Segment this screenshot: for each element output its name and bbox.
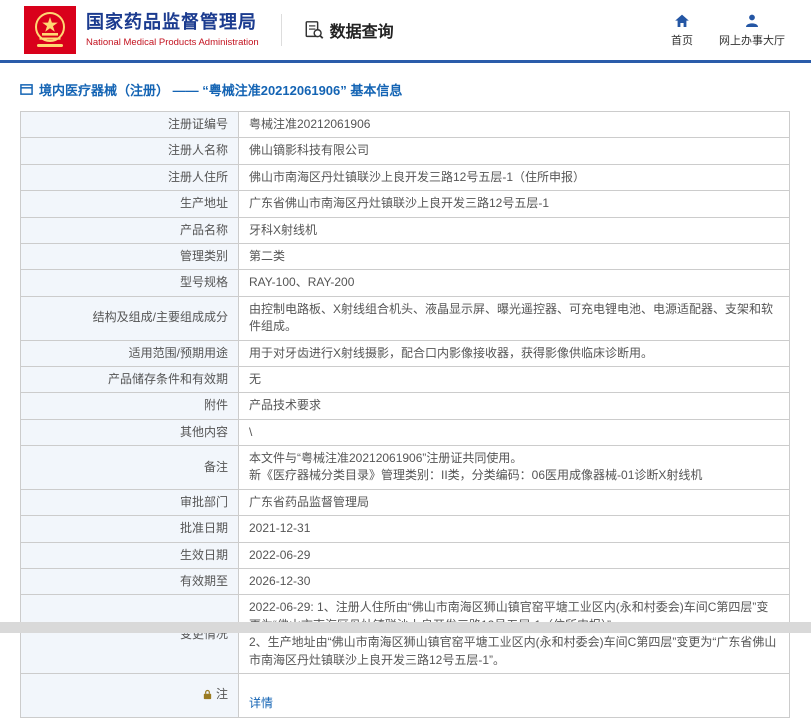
detail-link[interactable]: 详情 (249, 696, 273, 710)
row-value: 广东省药品监督管理局 (238, 488, 790, 517)
row-value: 粤械注准20212061906 (238, 110, 790, 139)
row-value: 由控制电路板、X射线组合机头、液晶显示屏、曝光遥控器、可充电锂电池、电源适配器、… (238, 295, 790, 341)
lock-icon (202, 689, 213, 700)
row-label: 有效期至 (20, 568, 239, 596)
home-icon (674, 13, 690, 29)
row-value: 牙科X射线机 (238, 216, 790, 244)
main-content: 境内医疗器械（注册） —— “粤械注准20212061906” 基本信息 注册证… (0, 63, 811, 718)
row-value: 2022-06-29 (238, 541, 790, 570)
table-row: 产品储存条件和有效期 无 (20, 365, 790, 394)
data-query-tab[interactable]: 数据查询 (304, 18, 394, 42)
header: 国家药品监督管理局 National Medical Products Admi… (0, 0, 811, 60)
table-row: 审批部门 广东省药品监督管理局 (20, 488, 790, 517)
nav-service-hall[interactable]: 网上办事大厅 (719, 13, 785, 48)
table-row: 批准日期 2021-12-31 (20, 515, 790, 543)
table-row: 管理类别 第二类 (20, 242, 790, 271)
table-row: 结构及组成/主要组成成分 由控制电路板、X射线组合机头、液晶显示屏、曝光遥控器、… (20, 295, 790, 341)
nav-home-label: 首页 (671, 34, 693, 47)
table-row: 产品名称 牙科X射线机 (20, 216, 790, 244)
table-row: 附件 产品技术要求 (20, 392, 790, 420)
row-label: 变更情况 (20, 594, 239, 674)
person-icon (744, 13, 760, 29)
row-value: 佛山镝影科技有限公司 (238, 137, 790, 165)
row-value: 2021-12-31 (238, 515, 790, 543)
page-title: 境内医疗器械（注册） —— “粤械注准20212061906” 基本信息 (39, 83, 403, 98)
row-label: 注册人住所 (20, 163, 239, 192)
table-row: 适用范围/预期用途 用于对牙齿进行X射线摄影，配合口内影像接收器，获得影像供临床… (20, 339, 790, 367)
row-label: 产品名称 (20, 216, 239, 244)
row-label: 型号规格 (20, 269, 239, 297)
page-bottom-strip (0, 622, 811, 633)
table-row: 备注 本文件与“粤械注准20212061906”注册证共同使用。 新《医疗器械分… (20, 445, 790, 490)
row-label: 其他内容 (20, 418, 239, 447)
row-label: 注册证编号 (20, 110, 239, 139)
agency-name-en: National Medical Products Administration (86, 36, 259, 48)
table-row: 注册人名称 佛山镝影科技有限公司 (20, 137, 790, 165)
row-label: 生产地址 (20, 190, 239, 218)
table-row: 注册证编号 粤械注准20212061906 (20, 110, 790, 139)
row-value: 本文件与“粤械注准20212061906”注册证共同使用。 新《医疗器械分类目录… (238, 445, 790, 490)
header-nav: 首页 网上办事大厅 (671, 13, 791, 48)
row-value: 佛山市南海区丹灶镇联沙上良开发三路12号五层-1（住所申报） (238, 163, 790, 192)
note-label: 注 (215, 686, 228, 701)
row-value: RAY-100、RAY-200 (238, 269, 790, 297)
table-row: 其他内容 \ (20, 418, 790, 447)
row-label: 注册人名称 (20, 137, 239, 165)
row-value: \ (238, 418, 790, 447)
row-label: 批准日期 (20, 515, 239, 543)
row-label: 管理类别 (20, 242, 239, 271)
nav-home[interactable]: 首页 (671, 13, 693, 48)
row-label: 生效日期 (20, 541, 239, 570)
agency-name-block: 国家药品监督管理局 National Medical Products Admi… (86, 12, 259, 48)
header-divider (280, 14, 282, 46)
table-row: 有效期至 2026-12-30 (20, 568, 790, 596)
row-label: 结构及组成/主要组成成分 (20, 295, 239, 341)
row-value: 广东省佛山市南海区丹灶镇联沙上良开发三路12号五层-1 (238, 190, 790, 218)
table-row: 生效日期 2022-06-29 (20, 541, 790, 570)
agency-name-cn: 国家药品监督管理局 (86, 12, 257, 33)
row-value: 产品技术要求 (238, 392, 790, 420)
page-title-row: 境内医疗器械（注册） —— “粤械注准20212061906” 基本信息 (20, 80, 791, 99)
table-row: 注 详情 (20, 672, 790, 718)
row-label: 适用范围/预期用途 (20, 339, 239, 367)
row-value: 用于对牙齿进行X射线摄影，配合口内影像接收器，获得影像供临床诊断用。 (238, 339, 790, 367)
row-value: 无 (238, 365, 790, 394)
page-title-icon (20, 83, 33, 96)
row-value: 2026-12-30 (238, 568, 790, 596)
row-label: 审批部门 (20, 488, 239, 517)
nmpa-emblem-logo (24, 6, 76, 54)
table-row: 型号规格 RAY-100、RAY-200 (20, 269, 790, 297)
table-row: 生产地址 广东省佛山市南海区丹灶镇联沙上良开发三路12号五层-1 (20, 190, 790, 218)
row-label: 附件 (20, 392, 239, 420)
table-row: 注册人住所 佛山市南海区丹灶镇联沙上良开发三路12号五层-1（住所申报） (20, 163, 790, 192)
table-row: 变更情况 2022-06-29: 1、注册人住所由“佛山市南海区狮山镇官窑平塘工… (20, 594, 790, 674)
row-label: 产品储存条件和有效期 (20, 365, 239, 394)
row-value: 详情 (238, 672, 790, 718)
row-value: 2022-06-29: 1、注册人住所由“佛山市南海区狮山镇官窑平塘工业区内(永… (238, 594, 790, 674)
row-label: 备注 (20, 445, 239, 490)
data-query-icon (304, 20, 324, 40)
row-label: 注 (20, 672, 239, 718)
data-query-label: 数据查询 (329, 24, 394, 41)
nav-service-hall-label: 网上办事大厅 (719, 34, 785, 47)
row-value: 第二类 (238, 242, 790, 271)
